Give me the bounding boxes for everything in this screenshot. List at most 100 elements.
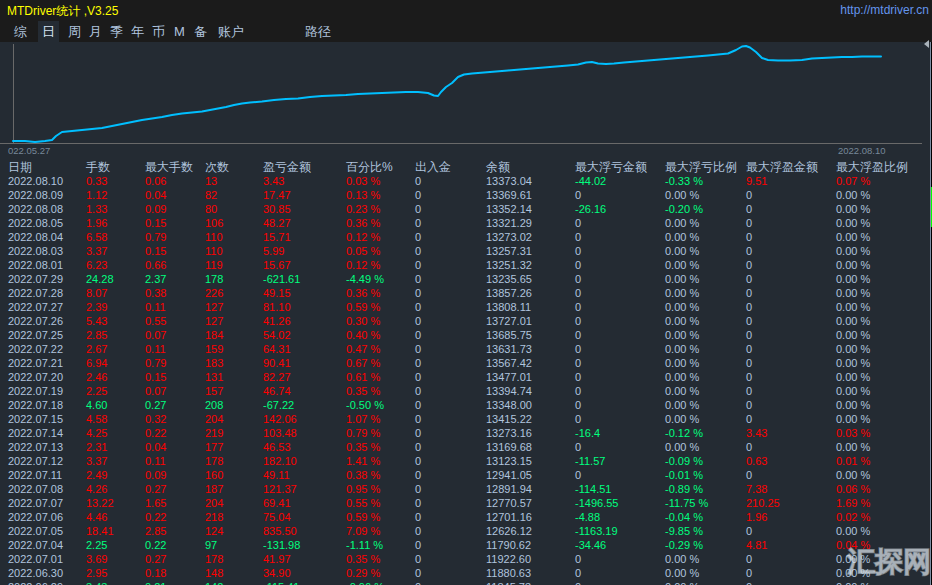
cell-inout: 0 bbox=[415, 230, 421, 245]
cell-max_float_profit: 3.43 bbox=[746, 426, 767, 441]
table-row-2022.07.20[interactable]: 2022.07.202.460.1513182.270.61 %013477.0… bbox=[0, 370, 932, 385]
table-row-2022.08.09[interactable]: 2022.08.091.120.048217.470.13 %013369.61… bbox=[0, 188, 932, 203]
equity-line bbox=[13, 46, 881, 142]
table-row-2022.07.26[interactable]: 2022.07.265.430.5512741.260.30 %013727.0… bbox=[0, 314, 932, 329]
cell-max_lots: 0.66 bbox=[145, 258, 166, 273]
table-row-2022.07.11[interactable]: 2022.07.112.490.0916049.110.38 %012941.0… bbox=[0, 468, 932, 483]
menu-item-7[interactable]: 币 bbox=[148, 21, 169, 42]
menu-item-4[interactable]: 月 bbox=[85, 21, 106, 42]
cell-max_float_profit_pct: 0.01 % bbox=[836, 454, 870, 469]
cell-inout: 0 bbox=[415, 286, 421, 301]
cell-max_lots: 1.65 bbox=[145, 496, 166, 511]
cell-max_lots: 0.07 bbox=[145, 384, 166, 399]
table-row-2022.07.13[interactable]: 2022.07.132.310.0417746.530.35 %013169.6… bbox=[0, 440, 932, 455]
cell-max_float_profit: 0 bbox=[746, 580, 752, 585]
cell-max_float_loss: 0 bbox=[575, 412, 581, 427]
table-row-2022.06.30[interactable]: 2022.06.302.950.1814834.900.29 %011880.6… bbox=[0, 566, 932, 581]
cell-max_float_profit: 0 bbox=[746, 300, 752, 315]
table-row-2022.07.14[interactable]: 2022.07.144.250.22219103.480.79 %013273.… bbox=[0, 426, 932, 441]
cell-balance: 13857.26 bbox=[486, 286, 532, 301]
cell-count: 127 bbox=[205, 314, 223, 329]
table-row-2022.08.05[interactable]: 2022.08.051.960.1510648.270.36 %013321.2… bbox=[0, 216, 932, 231]
table-row-2022.07.27[interactable]: 2022.07.272.390.1112781.100.59 %013808.1… bbox=[0, 300, 932, 315]
menu-item-2[interactable]: 日 bbox=[38, 21, 59, 42]
menu-item-6[interactable]: 年 bbox=[127, 21, 148, 42]
table-row-2022.07.08[interactable]: 2022.07.084.260.27187121.370.95 %012891.… bbox=[0, 482, 932, 497]
table-row-2022.07.04[interactable]: 2022.07.042.250.2297-131.98-1.11 %011790… bbox=[0, 538, 932, 553]
cell-count: 142 bbox=[205, 580, 223, 585]
cell-max_lots: 0.79 bbox=[145, 230, 166, 245]
table-row-2022.08.08[interactable]: 2022.08.081.330.098030.850.23 %013352.14… bbox=[0, 202, 932, 217]
cell-max_lots: 0.11 bbox=[145, 454, 166, 469]
table-row-2022.07.22[interactable]: 2022.07.222.670.1115964.310.47 %013631.7… bbox=[0, 342, 932, 357]
menu-item-3[interactable]: 周 bbox=[64, 21, 85, 42]
table-row-2022.07.01[interactable]: 2022.07.013.690.2717841.970.35 %011922.6… bbox=[0, 552, 932, 567]
table-row-2022.08.10[interactable]: 2022.08.100.330.06133.430.03 %013373.04-… bbox=[0, 174, 932, 189]
cell-pct: 0.40 % bbox=[346, 328, 380, 343]
cell-max_float_profit_pct: 0.00 % bbox=[836, 300, 870, 315]
cell-count: 110 bbox=[205, 230, 223, 245]
cell-balance: 13257.31 bbox=[486, 244, 532, 259]
table-row-2022.07.07[interactable]: 2022.07.0713.221.6520469.410.55 %012770.… bbox=[0, 496, 932, 511]
cell-pnl: 49.11 bbox=[263, 468, 290, 483]
menu-item-9[interactable]: 备 bbox=[190, 21, 211, 42]
cell-pnl: 75.04 bbox=[263, 510, 291, 525]
cell-max_float_loss: 0 bbox=[575, 342, 581, 357]
cell-pct: 0.30 % bbox=[346, 314, 380, 329]
cell-lots: 2.95 bbox=[86, 566, 107, 581]
table-row-2022.08.01[interactable]: 2022.08.016.230.6611915.670.12 %013251.3… bbox=[0, 258, 932, 273]
cell-lots: 18.41 bbox=[86, 524, 114, 539]
cell-inout: 0 bbox=[415, 188, 421, 203]
cell-max_float_loss: -11.57 bbox=[575, 454, 605, 469]
cell-count: 208 bbox=[205, 398, 223, 413]
table-row-2022.07.15[interactable]: 2022.07.154.580.32204142.061.07 %013415.… bbox=[0, 412, 932, 427]
cell-max_float_loss: 0 bbox=[575, 356, 581, 371]
cell-balance: 13631.73 bbox=[486, 342, 532, 357]
cell-pct: 7.09 % bbox=[346, 524, 380, 539]
cell-max_float_profit_pct: 0.00 % bbox=[836, 370, 870, 385]
table-row-2022.07.29[interactable]: 2022.07.2924.282.37178-621.61-4.49 %0132… bbox=[0, 272, 932, 287]
cell-max_float_loss_pct: 0.00 % bbox=[665, 552, 699, 567]
menu-item-1[interactable]: 综 bbox=[10, 21, 31, 42]
table-row-2022.07.05[interactable]: 2022.07.0518.412.85124835.507.09 %012626… bbox=[0, 524, 932, 539]
cell-inout: 0 bbox=[415, 440, 421, 455]
cell-count: 110 bbox=[205, 244, 223, 259]
cell-max_float_profit_pct: 0.00 % bbox=[836, 314, 870, 329]
cell-max_float_loss: -16.4 bbox=[575, 426, 600, 441]
menu-item-8[interactable]: M bbox=[170, 21, 189, 42]
cell-max_float_profit: 0 bbox=[746, 258, 752, 273]
menu-item-5[interactable]: 季 bbox=[106, 21, 127, 42]
splitter-collapse-icon[interactable] bbox=[924, 40, 929, 48]
app-url-link[interactable]: http://mtdriver.cn bbox=[840, 3, 929, 17]
cell-max_float_profit: 0 bbox=[746, 202, 752, 217]
menu-item-11[interactable]: 路径 bbox=[301, 21, 335, 42]
cell-balance: 13348.00 bbox=[486, 398, 532, 413]
cell-max_float_profit: 0 bbox=[746, 356, 752, 371]
cell-date: 2022.08.08 bbox=[8, 202, 63, 217]
table-row-2022.08.03[interactable]: 2022.08.033.370.151105.990.05 %013257.31… bbox=[0, 244, 932, 259]
cell-max_float_profit: 0 bbox=[746, 566, 752, 581]
cell-count: 80 bbox=[205, 202, 217, 217]
table-row-2022.07.18[interactable]: 2022.07.184.600.27208-67.22-0.50 %013348… bbox=[0, 398, 932, 413]
table-row-2022.07.25[interactable]: 2022.07.252.850.0718454.020.40 %013685.7… bbox=[0, 328, 932, 343]
table-row-2022.08.04[interactable]: 2022.08.046.580.7911015.710.12 %013273.0… bbox=[0, 230, 932, 245]
cell-inout: 0 bbox=[415, 258, 421, 273]
table-row-2022.07.12[interactable]: 2022.07.123.370.11178182.101.41 %013123.… bbox=[0, 454, 932, 469]
menu-item-10[interactable]: 账户 bbox=[214, 21, 248, 42]
table-row-2022.07.21[interactable]: 2022.07.216.940.7918390.410.67 %013567.4… bbox=[0, 356, 932, 371]
table-row-2022.06.29[interactable]: 2022.06.293.430.21142-115.41-0.96 %01184… bbox=[0, 580, 932, 585]
table-row-2022.07.28[interactable]: 2022.07.288.070.3822649.150.36 %013857.2… bbox=[0, 286, 932, 301]
cell-date: 2022.07.21 bbox=[8, 356, 63, 371]
cell-pnl: 17.47 bbox=[263, 188, 291, 203]
watermark: 汇探网 bbox=[847, 543, 931, 581]
cell-pnl: 49.15 bbox=[263, 286, 291, 301]
cell-lots: 4.25 bbox=[86, 426, 107, 441]
cell-pct: 0.55 % bbox=[346, 496, 380, 511]
cell-date: 2022.08.10 bbox=[8, 174, 63, 189]
cell-balance: 13273.02 bbox=[486, 230, 532, 245]
cell-balance: 13415.22 bbox=[486, 412, 532, 427]
table-row-2022.07.06[interactable]: 2022.07.064.460.2221875.040.59 %012701.1… bbox=[0, 510, 932, 525]
cell-max_lots: 0.11 bbox=[145, 342, 166, 357]
cell-pct: 0.38 % bbox=[346, 468, 380, 483]
table-row-2022.07.19[interactable]: 2022.07.192.250.0715746.740.35 %013394.7… bbox=[0, 384, 932, 399]
